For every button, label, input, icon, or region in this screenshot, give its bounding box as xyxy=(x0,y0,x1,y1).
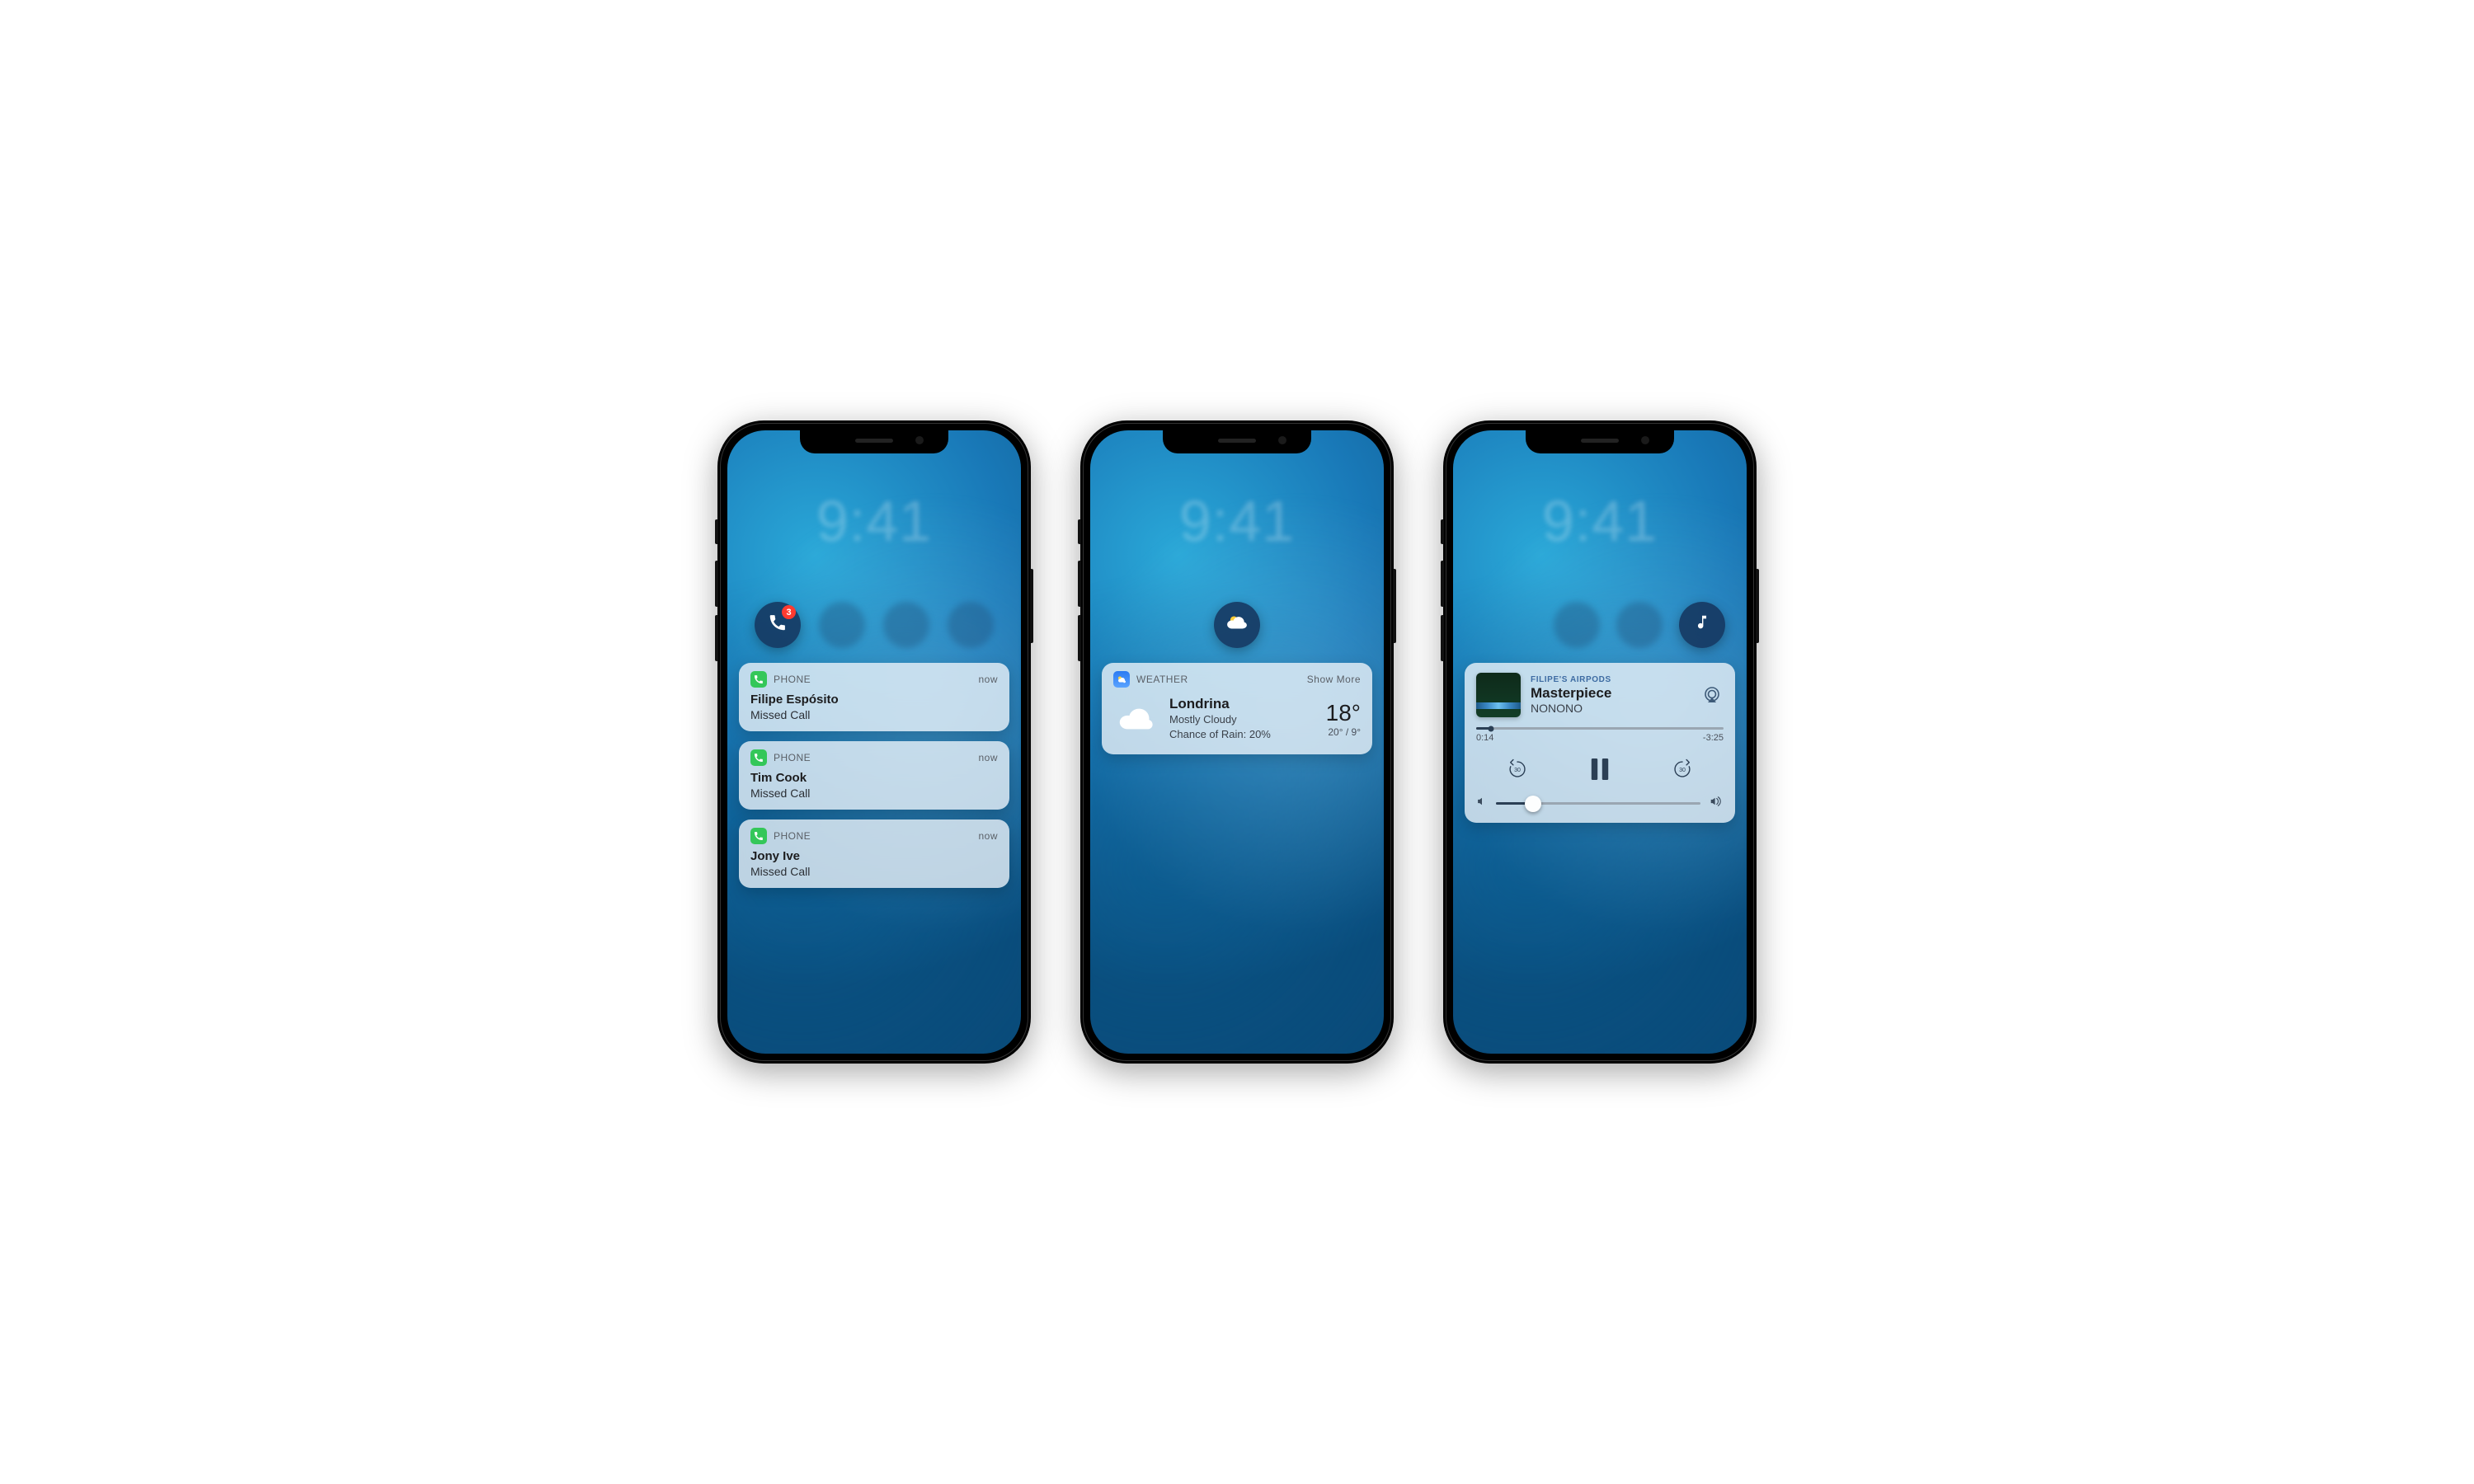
side-button xyxy=(1756,569,1759,643)
svg-text:30: 30 xyxy=(1679,768,1686,773)
skip-back-30-button[interactable]: 30 xyxy=(1499,751,1536,787)
side-button xyxy=(1393,569,1396,643)
dim-bubble xyxy=(1616,602,1663,648)
weather-hilo: 20° / 9° xyxy=(1326,726,1361,738)
volume-high-icon xyxy=(1709,796,1724,811)
notch xyxy=(1163,430,1311,453)
volume-up xyxy=(715,561,718,607)
phone-app-icon xyxy=(750,749,767,766)
weather-location: Londrina xyxy=(1169,696,1315,712)
volume-down xyxy=(1441,615,1444,661)
app-label: PHONE xyxy=(774,674,811,685)
weather-group-bubble[interactable] xyxy=(1214,602,1260,648)
album-art xyxy=(1476,673,1521,717)
weather-app-icon xyxy=(1113,671,1130,688)
device-weather-widget: 9:41 WEATHER xyxy=(1080,420,1394,1064)
track-title: Masterpiece xyxy=(1531,685,1691,702)
artist-name: NONONO xyxy=(1531,702,1691,715)
group-bubbles xyxy=(1090,602,1384,648)
side-button xyxy=(1030,569,1033,643)
device-phone-notifications: 9:41 3 PHONE now xyxy=(717,420,1031,1064)
phone-app-icon xyxy=(750,671,767,688)
group-bubbles: 3 xyxy=(727,602,1021,648)
volume-low-icon xyxy=(1476,796,1488,811)
group-bubbles xyxy=(1453,602,1747,648)
notification-subtitle: Missed Call xyxy=(750,865,998,878)
mute-switch xyxy=(715,519,718,544)
notch xyxy=(800,430,948,453)
device-music-player: 9:41 FILIPE'S AIRPODS Masterpiece NONONO xyxy=(1443,420,1757,1064)
pause-button[interactable] xyxy=(1582,751,1618,787)
notification-time: now xyxy=(978,752,998,763)
missed-call-badge: 3 xyxy=(782,605,796,619)
mute-switch xyxy=(1441,519,1444,544)
notification-card[interactable]: PHONE now Jony Ive Missed Call xyxy=(739,819,1009,888)
phone-app-icon xyxy=(750,828,767,844)
now-playing-card[interactable]: FILIPE'S AIRPODS Masterpiece NONONO xyxy=(1465,663,1735,823)
weather-widget-card[interactable]: WEATHER Show More Londrina Mostly Cloudy… xyxy=(1102,663,1372,754)
skip-forward-30-button[interactable]: 30 xyxy=(1664,751,1700,787)
volume-up xyxy=(1078,561,1081,607)
scrubber[interactable] xyxy=(1476,727,1724,730)
app-label: PHONE xyxy=(774,752,811,763)
music-group-bubble[interactable] xyxy=(1679,602,1725,648)
phone-group-bubble[interactable]: 3 xyxy=(755,602,801,648)
dim-bubble xyxy=(1554,602,1600,648)
mute-switch xyxy=(1078,519,1081,544)
svg-text:30: 30 xyxy=(1514,768,1521,773)
dim-bubble xyxy=(819,602,865,648)
volume-up xyxy=(1441,561,1444,607)
notification-card[interactable]: PHONE now Tim Cook Missed Call xyxy=(739,741,1009,810)
notch xyxy=(1526,430,1674,453)
app-label: PHONE xyxy=(774,830,811,842)
audio-route-label: FILIPE'S AIRPODS xyxy=(1531,675,1691,684)
dim-bubble xyxy=(883,602,929,648)
volume-down xyxy=(1078,615,1081,661)
weather-icon xyxy=(1225,613,1249,638)
remaining-time: -3:25 xyxy=(1703,733,1724,743)
music-note-icon xyxy=(1693,613,1711,637)
weather-rain: Chance of Rain: 20% xyxy=(1169,727,1315,742)
notification-subtitle: Missed Call xyxy=(750,708,998,721)
show-more-link[interactable]: Show More xyxy=(1307,674,1361,685)
notification-card[interactable]: PHONE now Filipe Espósito Missed Call xyxy=(739,663,1009,731)
notification-title: Tim Cook xyxy=(750,771,998,785)
cloud-icon xyxy=(1113,697,1158,741)
notification-time: now xyxy=(978,674,998,685)
volume-slider[interactable] xyxy=(1496,802,1700,805)
elapsed-time: 0:14 xyxy=(1476,733,1493,743)
notification-title: Jony Ive xyxy=(750,849,998,863)
dim-bubble xyxy=(948,602,994,648)
notification-subtitle: Missed Call xyxy=(750,787,998,800)
volume-down xyxy=(715,615,718,661)
weather-condition: Mostly Cloudy xyxy=(1169,712,1315,727)
airplay-button[interactable] xyxy=(1700,683,1724,707)
notification-time: now xyxy=(978,830,998,842)
notification-title: Filipe Espósito xyxy=(750,693,998,707)
weather-temp: 18° xyxy=(1326,700,1361,726)
app-label: WEATHER xyxy=(1136,674,1188,685)
